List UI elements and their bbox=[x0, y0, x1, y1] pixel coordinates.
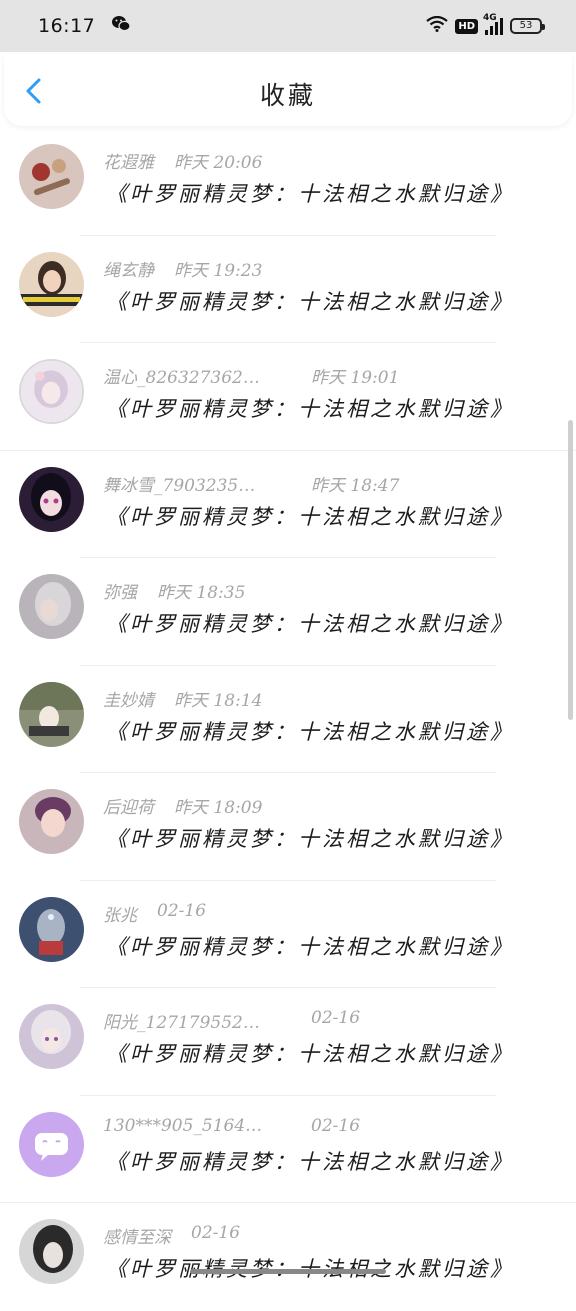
item-meta: 舞冰雪_7903235… 昨天 18:47 bbox=[103, 471, 399, 496]
avatar[interactable] bbox=[19, 1112, 84, 1177]
user-name: 圭妙婧 bbox=[103, 686, 154, 711]
user-name: 花遐雅 bbox=[103, 148, 154, 173]
user-name: 绳玄静 bbox=[103, 256, 154, 281]
item-meta: 花遐雅 昨天 20:06 bbox=[103, 148, 262, 173]
home-indicator[interactable] bbox=[190, 1269, 386, 1274]
avatar[interactable] bbox=[19, 789, 84, 854]
item-content: 《叶罗丽精灵梦：十法相之水默归途》 bbox=[106, 1146, 514, 1176]
timestamp: 昨天 18:35 bbox=[157, 578, 245, 603]
avatar[interactable] bbox=[19, 144, 84, 209]
item-meta: 后迎荷 昨天 18:09 bbox=[103, 793, 262, 818]
timestamp: 昨天 18:14 bbox=[174, 686, 262, 711]
status-bar-left: 16:17 bbox=[38, 15, 131, 37]
header-bar: 收藏 bbox=[4, 54, 572, 126]
list-item[interactable]: 弥强 昨天 18:35 《叶罗丽精灵梦：十法相之水默归途》 bbox=[0, 558, 576, 666]
list-item[interactable]: 阳光_127179552… 02-16 《叶罗丽精灵梦：十法相之水默归途》 bbox=[0, 988, 576, 1096]
item-content: 《叶罗丽精灵梦：十法相之水默归途》 bbox=[106, 1253, 514, 1283]
hd-badge: HD bbox=[455, 19, 478, 34]
timestamp: 昨天 20:06 bbox=[174, 148, 262, 173]
favorites-list: 花遐雅 昨天 20:06 《叶罗丽精灵梦：十法相之水默归途》 绳玄静 昨天 19… bbox=[0, 128, 576, 1311]
avatar[interactable] bbox=[19, 252, 84, 317]
status-time: 16:17 bbox=[38, 15, 95, 37]
item-content: 《叶罗丽精灵梦：十法相之水默归途》 bbox=[106, 1038, 514, 1068]
status-bar-right: HD 4G 53 bbox=[426, 16, 542, 36]
item-meta: 绳玄静 昨天 19:23 bbox=[103, 256, 262, 281]
status-bar: 16:17 HD 4G 53 bbox=[0, 0, 576, 52]
list-item[interactable]: 花遐雅 昨天 20:06 《叶罗丽精灵梦：十法相之水默归途》 bbox=[0, 128, 576, 236]
item-content: 《叶罗丽精灵梦：十法相之水默归途》 bbox=[106, 501, 514, 531]
item-content: 《叶罗丽精灵梦：十法相之水默归途》 bbox=[106, 716, 514, 746]
wifi-icon bbox=[426, 16, 448, 36]
item-content: 《叶罗丽精灵梦：十法相之水默归途》 bbox=[106, 608, 514, 638]
timestamp: 昨天 18:09 bbox=[174, 793, 262, 818]
timestamp: 02-16 bbox=[311, 1116, 360, 1136]
timestamp: 02-16 bbox=[191, 1223, 240, 1248]
signal-icon: 4G bbox=[485, 17, 503, 35]
wechat-icon bbox=[111, 15, 131, 37]
avatar[interactable] bbox=[19, 359, 84, 424]
user-name: 阳光_127179552… bbox=[103, 1008, 291, 1033]
timestamp: 昨天 18:47 bbox=[311, 471, 399, 496]
list-item[interactable]: 圭妙婧 昨天 18:14 《叶罗丽精灵梦：十法相之水默归途》 bbox=[0, 666, 576, 774]
network-label: 4G bbox=[483, 13, 497, 23]
avatar[interactable] bbox=[19, 682, 84, 747]
item-meta: 张兆 02-16 bbox=[103, 901, 206, 926]
item-content: 《叶罗丽精灵梦：十法相之水默归途》 bbox=[106, 286, 514, 316]
item-content: 《叶罗丽精灵梦：十法相之水默归途》 bbox=[106, 823, 514, 853]
item-meta: 温心_826327362… 昨天 19:01 bbox=[103, 363, 399, 388]
item-content: 《叶罗丽精灵梦：十法相之水默归途》 bbox=[106, 931, 514, 961]
list-item[interactable]: 温心_826327362… 昨天 19:01 《叶罗丽精灵梦：十法相之水默归途》 bbox=[0, 343, 576, 451]
timestamp: 02-16 bbox=[311, 1008, 360, 1033]
user-name: 舞冰雪_7903235… bbox=[103, 471, 291, 496]
item-meta: 阳光_127179552… 02-16 bbox=[103, 1008, 360, 1033]
item-meta: 感情至深 02-16 bbox=[103, 1223, 240, 1248]
avatar[interactable] bbox=[19, 467, 84, 532]
user-name: 张兆 bbox=[103, 901, 137, 926]
avatar[interactable] bbox=[19, 1004, 84, 1069]
page-title: 收藏 bbox=[4, 76, 572, 112]
timestamp: 昨天 19:23 bbox=[174, 256, 262, 281]
item-meta: 圭妙婧 昨天 18:14 bbox=[103, 686, 262, 711]
list-item[interactable]: 舞冰雪_7903235… 昨天 18:47 《叶罗丽精灵梦：十法相之水默归途》 bbox=[0, 451, 576, 559]
item-meta: 130***905_5164… 02-16 bbox=[103, 1116, 360, 1136]
list-item[interactable]: 张兆 02-16 《叶罗丽精灵梦：十法相之水默归途》 bbox=[0, 881, 576, 989]
user-name: 温心_826327362… bbox=[103, 363, 291, 388]
avatar[interactable] bbox=[19, 1219, 84, 1284]
user-name: 130***905_5164… bbox=[103, 1116, 291, 1136]
timestamp: 02-16 bbox=[157, 901, 206, 926]
battery-indicator: 53 bbox=[510, 18, 542, 34]
list-item[interactable]: 后迎荷 昨天 18:09 《叶罗丽精灵梦：十法相之水默归途》 bbox=[0, 773, 576, 881]
list-item[interactable]: 绳玄静 昨天 19:23 《叶罗丽精灵梦：十法相之水默归途》 bbox=[0, 236, 576, 344]
user-name: 后迎荷 bbox=[103, 793, 154, 818]
item-content: 《叶罗丽精灵梦：十法相之水默归途》 bbox=[106, 393, 514, 423]
list-item[interactable]: 感情至深 02-16 《叶罗丽精灵梦：十法相之水默归途》 bbox=[0, 1203, 576, 1311]
avatar[interactable] bbox=[19, 897, 84, 962]
scrollbar[interactable] bbox=[568, 420, 573, 720]
item-meta: 弥强 昨天 18:35 bbox=[103, 578, 245, 603]
user-name: 感情至深 bbox=[103, 1223, 171, 1248]
avatar[interactable] bbox=[19, 574, 84, 639]
timestamp: 昨天 19:01 bbox=[311, 363, 399, 388]
user-name: 弥强 bbox=[103, 578, 137, 603]
item-content: 《叶罗丽精灵梦：十法相之水默归途》 bbox=[106, 178, 514, 208]
list-item[interactable]: 130***905_5164… 02-16 《叶罗丽精灵梦：十法相之水默归途》 bbox=[0, 1096, 576, 1204]
